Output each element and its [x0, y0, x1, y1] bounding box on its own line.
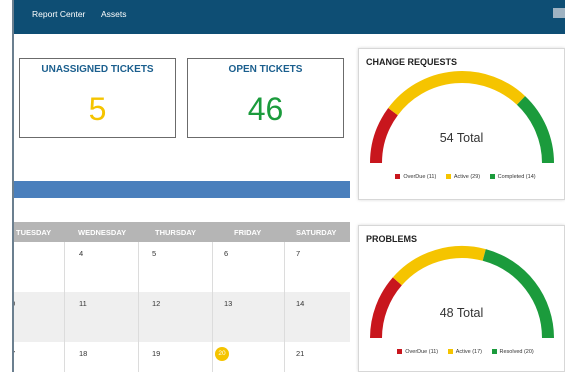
day-header-saturday: SATURDAY — [296, 228, 337, 237]
unassigned-tickets-title: UNASSIGNED TICKETS — [41, 64, 154, 75]
open-tickets-count: 46 — [247, 91, 284, 127]
calendar-day[interactable]: 12 — [152, 299, 160, 308]
nav-assets[interactable]: Assets — [101, 9, 127, 19]
calendar-day[interactable]: 14 — [296, 299, 304, 308]
change-requests-panel[interactable]: CHANGE REQUESTS 54 Total OverDue (11) Ac… — [358, 48, 565, 200]
gauge-segment-active[interactable] — [392, 246, 486, 286]
calendar-divider — [284, 242, 285, 372]
unassigned-tickets-count: 5 — [88, 91, 107, 127]
calendar-day[interactable]: 11 — [79, 299, 87, 308]
problems-panel[interactable]: PROBLEMS 48 Total OverDue (11) Active (1… — [358, 225, 565, 372]
calendar-day[interactable]: 13 — [224, 299, 232, 308]
legend-swatch-overdue — [397, 349, 403, 355]
top-navigation-bar: Report Center Assets — [14, 0, 565, 34]
day-header-tuesday: TUESDAY — [16, 228, 52, 237]
calendar-today-badge[interactable]: 20 — [215, 347, 229, 361]
day-header-wednesday: WEDNESDAY — [78, 228, 127, 237]
topbar-corner-button[interactable] — [553, 8, 565, 18]
calendar-day[interactable]: 18 — [79, 349, 87, 358]
calendar-title-bar — [14, 181, 350, 198]
open-tickets-card[interactable]: OPEN TICKETS 46 — [187, 58, 344, 138]
calendar-day[interactable]: 7 — [296, 249, 300, 258]
change-requests-total: 54 Total — [439, 131, 484, 145]
legend-label-active: Active (29) — [453, 174, 481, 180]
problems-legend: OverDue (11) Active (17) Resolved (20) — [359, 349, 564, 355]
calendar-day[interactable]: 4 — [79, 249, 83, 258]
legend-label-active: Active (17) — [455, 349, 482, 355]
day-header-thursday: THURSDAY — [155, 228, 196, 237]
legend-label-resolved: Resolved (20) — [499, 349, 534, 355]
change-requests-legend: OverDue (11) Active (29) Completed (14) — [359, 174, 564, 180]
problems-total: 48 Total — [439, 306, 484, 320]
calendar-divider — [212, 242, 213, 372]
gauge-segment-resolved[interactable] — [482, 249, 554, 339]
legend-swatch-completed — [489, 174, 495, 180]
calendar-divider — [64, 242, 65, 372]
legend-swatch-overdue — [395, 174, 401, 180]
legend-label-completed: Completed (14) — [497, 174, 536, 180]
legend-label-overdue: OverDue (11) — [403, 174, 437, 180]
legend-swatch-active — [447, 349, 453, 355]
unassigned-tickets-card[interactable]: UNASSIGNED TICKETS 5 — [19, 58, 176, 138]
day-header-friday: FRIDAY — [234, 228, 262, 237]
calendar-day[interactable]: 21 — [296, 349, 304, 358]
calendar-day[interactable]: 19 — [152, 349, 160, 358]
legend-swatch-resolved — [491, 349, 497, 355]
window-left-edge — [0, 0, 14, 372]
nav-report-center[interactable]: Report Center — [32, 9, 85, 19]
calendar-divider — [138, 242, 139, 372]
calendar-day[interactable]: 5 — [152, 249, 156, 258]
legend-swatch-active — [445, 174, 451, 180]
gauge-segment-active[interactable] — [388, 71, 526, 116]
calendar-header: TUESDAY WEDNESDAY THURSDAY FRIDAY SATURD… — [14, 222, 350, 242]
calendar-day[interactable]: 6 — [224, 249, 228, 258]
legend-label-overdue: OverDue (11) — [405, 349, 439, 355]
open-tickets-title: OPEN TICKETS — [228, 64, 303, 75]
